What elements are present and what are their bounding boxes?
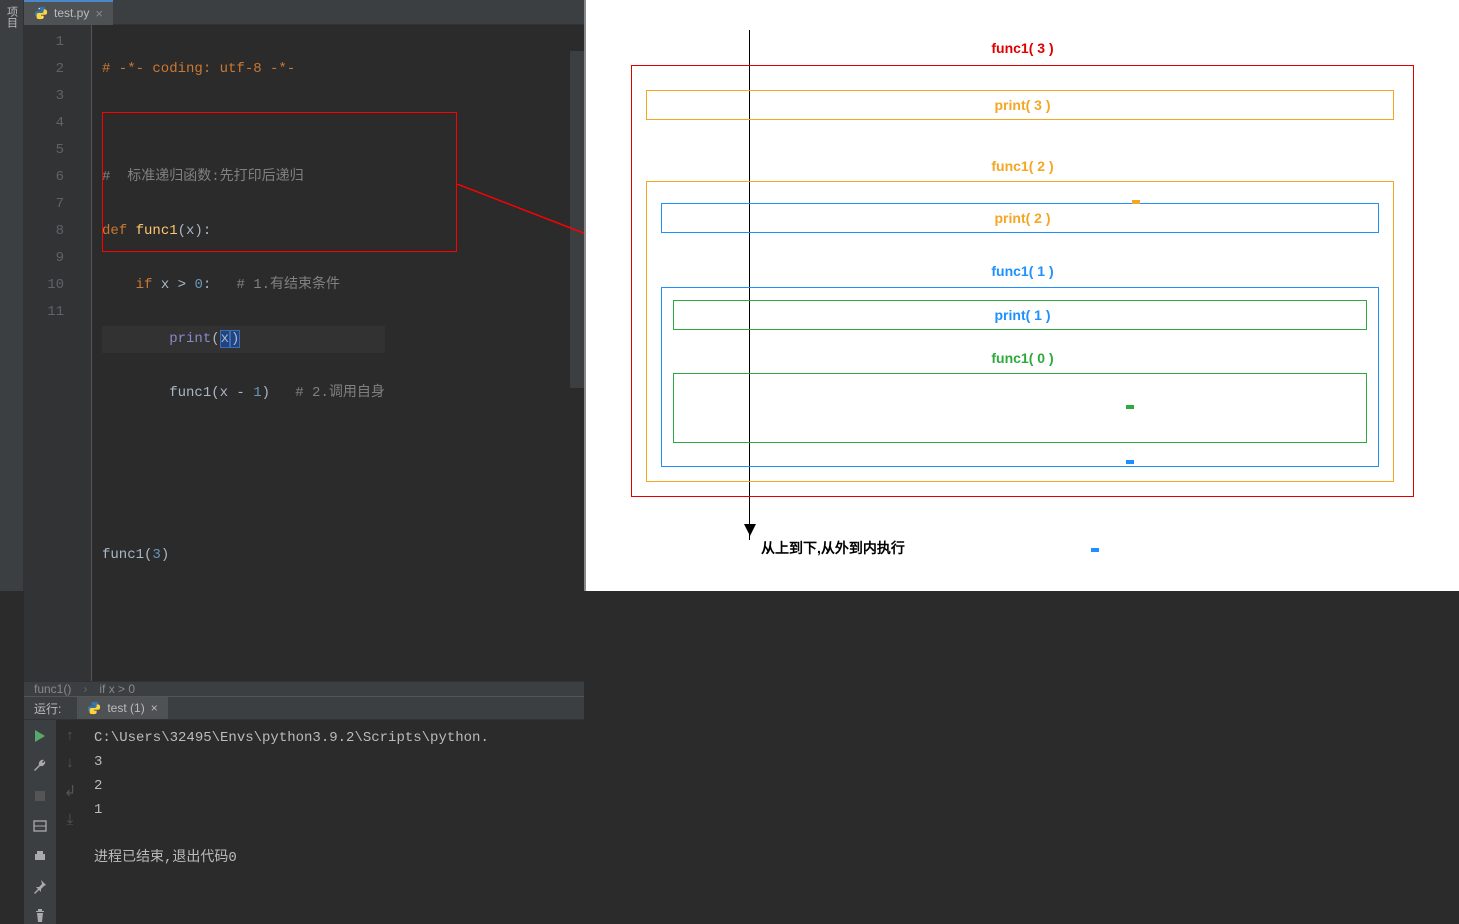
run-tab[interactable]: test (1) × — [77, 697, 167, 719]
run-tab-name: test (1) — [107, 701, 144, 715]
wrench-icon[interactable] — [32, 758, 48, 774]
tab-filename: test.py — [54, 6, 89, 20]
fold-gutter — [74, 25, 92, 681]
box-func1-0 — [673, 373, 1367, 443]
run-label: 运行: — [34, 700, 61, 717]
diagram-caption: 从上到下,从外到内执行 — [761, 538, 905, 558]
project-label: 项目 — [4, 4, 20, 28]
code-area[interactable]: # -*- coding: utf-8 -*- # 标准递归函数:先打印后递归 … — [92, 25, 385, 681]
scroll-end-icon[interactable]: ⤓ — [67, 811, 74, 829]
close-icon[interactable]: × — [95, 6, 103, 21]
label-print-2: print( 2 ) — [586, 210, 1459, 226]
breadcrumb-func[interactable]: func1() — [34, 682, 71, 696]
breadcrumb-if[interactable]: if x > 0 — [99, 682, 135, 696]
tab-test-py[interactable]: test.py × — [24, 0, 113, 25]
play-icon[interactable] — [32, 728, 48, 744]
project-tool-gutter[interactable]: 项目 — [0, 0, 24, 591]
ide-pane: test.py × 1 2 3 4 5 6 7 8 9 10 11 # -*- … — [24, 0, 584, 591]
line-number-gutter: 1 2 3 4 5 6 7 8 9 10 11 — [24, 25, 74, 681]
run-panel-header: 运行: test (1) × — [24, 696, 584, 719]
label-func1-3: func1( 3 ) — [586, 40, 1459, 56]
close-icon[interactable]: × — [151, 701, 158, 715]
dash-icon — [1126, 405, 1134, 409]
editor-scrollbar[interactable] — [570, 51, 584, 388]
editor[interactable]: 1 2 3 4 5 6 7 8 9 10 11 # -*- coding: ut… — [24, 25, 584, 681]
python-icon — [34, 6, 48, 20]
dash-icon — [1126, 460, 1134, 464]
print-icon[interactable] — [32, 848, 48, 864]
python-icon — [87, 701, 101, 715]
chevron-right-icon: › — [83, 682, 87, 696]
pin-icon[interactable] — [32, 878, 48, 894]
label-func1-2: func1( 2 ) — [586, 158, 1459, 174]
dash-icon — [1091, 548, 1099, 552]
stop-icon[interactable] — [32, 788, 48, 804]
recursion-diagram: func1( 3 ) print( 3 ) func1( 2 ) print( … — [584, 0, 1459, 591]
label-print-1: print( 1 ) — [586, 307, 1459, 323]
editor-tabbar: test.py × — [24, 0, 584, 25]
layout-icon[interactable] — [32, 818, 48, 834]
console-nav: ↑ ↓ ↲ ⤓ — [56, 720, 84, 924]
label-func1-0: func1( 0 ) — [586, 350, 1459, 366]
dash-icon — [1132, 200, 1140, 204]
run-console: ↑ ↓ ↲ ⤓ C:\Users\32495\Envs\python3.9.2\… — [24, 719, 584, 924]
console-output[interactable]: C:\Users\32495\Envs\python3.9.2\Scripts\… — [84, 720, 584, 924]
breadcrumb[interactable]: func1() › if x > 0 — [24, 681, 584, 696]
label-print-3: print( 3 ) — [586, 97, 1459, 113]
label-func1-1: func1( 1 ) — [586, 263, 1459, 279]
arrow-up-icon[interactable]: ↑ — [65, 728, 74, 745]
wrap-icon[interactable]: ↲ — [64, 782, 77, 801]
arrow-down-icon[interactable]: ↓ — [65, 755, 74, 772]
console-toolbar — [24, 720, 56, 924]
trash-icon[interactable] — [32, 908, 48, 924]
